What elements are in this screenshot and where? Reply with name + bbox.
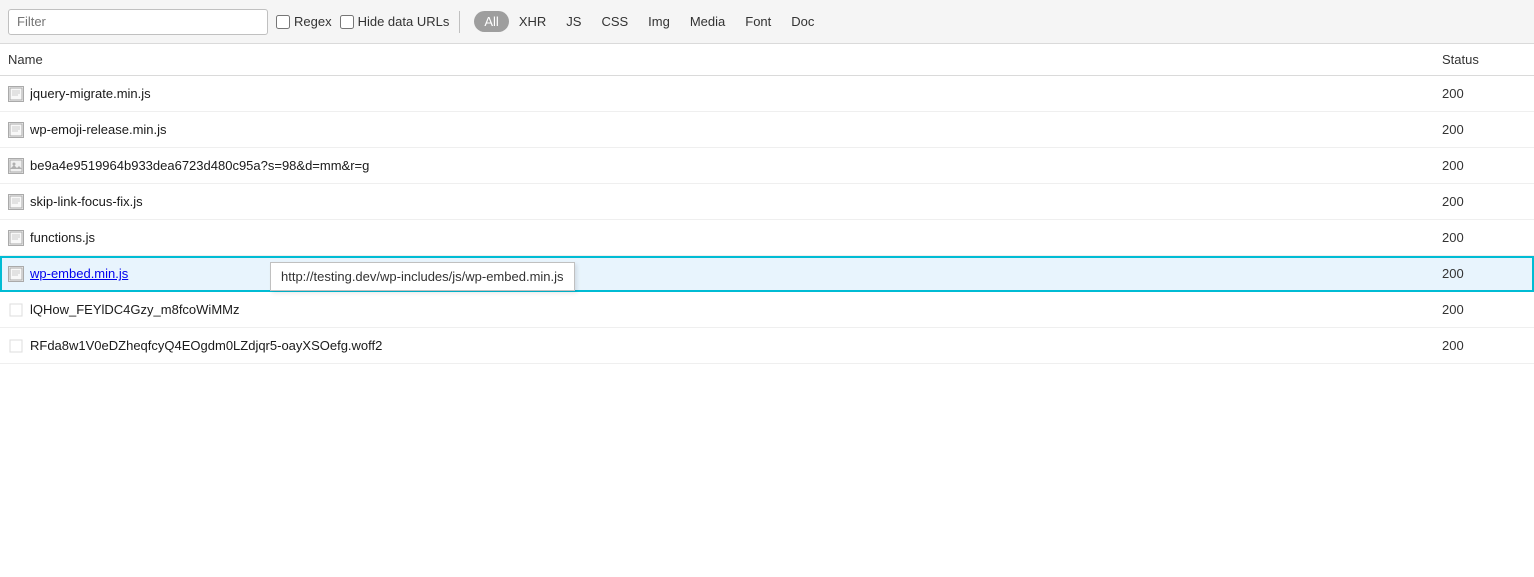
js-file-icon — [8, 122, 24, 138]
row-filename: jquery-migrate.min.js — [30, 86, 151, 101]
table-row[interactable]: RFda8w1V0eDZheqfcyQ4EOgdm0LZdjqr5-oayXSO… — [0, 328, 1534, 364]
row-name-cell: skip-link-focus-fix.js — [0, 190, 1434, 214]
row-status-cell: 200 — [1434, 262, 1534, 285]
filter-btn-css[interactable]: CSS — [591, 11, 638, 32]
column-header-status: Status — [1434, 48, 1534, 71]
blank-file-icon — [8, 302, 24, 318]
js-file-icon — [8, 86, 24, 102]
toolbar: Regex Hide data URLs All XHR JS CSS Img … — [0, 0, 1534, 44]
table-row[interactable]: functions.js 200 — [0, 220, 1534, 256]
hide-data-urls-checkbox-group: Hide data URLs — [340, 14, 450, 29]
row-filename: lQHow_FEYlDC4Gzy_m8fcoWiMMz — [30, 302, 239, 317]
row-status-cell: 200 — [1434, 334, 1534, 357]
column-header-name: Name — [0, 48, 1434, 71]
url-tooltip: http://testing.dev/wp-includes/js/wp-emb… — [270, 262, 575, 291]
filter-btn-doc[interactable]: Doc — [781, 11, 824, 32]
row-status-cell: 200 — [1434, 226, 1534, 249]
regex-label[interactable]: Regex — [294, 14, 332, 29]
table-row[interactable]: jquery-migrate.min.js 200 — [0, 76, 1534, 112]
filter-btn-media[interactable]: Media — [680, 11, 735, 32]
row-status-cell: 200 — [1434, 118, 1534, 141]
js-file-icon — [8, 230, 24, 246]
row-status-cell: 200 — [1434, 82, 1534, 105]
js-file-icon — [8, 194, 24, 210]
filter-btn-font[interactable]: Font — [735, 11, 781, 32]
table-row-highlighted[interactable]: wp-embed.min.js http://testing.dev/wp-in… — [0, 256, 1534, 292]
row-status-cell: 200 — [1434, 298, 1534, 321]
row-filename: RFda8w1V0eDZheqfcyQ4EOgdm0LZdjqr5-oayXSO… — [30, 338, 382, 353]
row-filename: be9a4e9519964b933dea6723d480c95a?s=98&d=… — [30, 158, 369, 173]
filter-input[interactable] — [8, 9, 268, 35]
table-row[interactable]: wp-emoji-release.min.js 200 — [0, 112, 1534, 148]
hide-data-urls-checkbox[interactable] — [340, 15, 354, 29]
row-name-cell: lQHow_FEYlDC4Gzy_m8fcoWiMMz — [0, 298, 1434, 322]
row-name-cell: functions.js — [0, 226, 1434, 250]
row-filename: functions.js — [30, 230, 95, 245]
img-file-icon — [8, 158, 24, 174]
row-name-cell: wp-emoji-release.min.js — [0, 118, 1434, 142]
filter-btn-img[interactable]: Img — [638, 11, 680, 32]
regex-checkbox[interactable] — [276, 15, 290, 29]
row-name-cell: be9a4e9519964b933dea6723d480c95a?s=98&d=… — [0, 154, 1434, 178]
row-status-cell: 200 — [1434, 154, 1534, 177]
filter-divider — [459, 11, 460, 33]
hide-data-urls-label[interactable]: Hide data URLs — [358, 14, 450, 29]
row-filename: wp-emoji-release.min.js — [30, 122, 167, 137]
table-row[interactable]: skip-link-focus-fix.js 200 — [0, 184, 1534, 220]
filter-btn-xhr[interactable]: XHR — [509, 11, 556, 32]
filter-btn-js[interactable]: JS — [556, 11, 591, 32]
row-status-cell: 200 — [1434, 190, 1534, 213]
table-header: Name Status — [0, 44, 1534, 76]
row-name-cell: RFda8w1V0eDZheqfcyQ4EOgdm0LZdjqr5-oayXSO… — [0, 334, 1434, 358]
js-file-icon — [8, 266, 24, 282]
blank-file-icon — [8, 338, 24, 354]
table-row[interactable]: be9a4e9519964b933dea6723d480c95a?s=98&d=… — [0, 148, 1534, 184]
row-name-cell: jquery-migrate.min.js — [0, 82, 1434, 106]
regex-checkbox-group: Regex — [276, 14, 332, 29]
table-rows: jquery-migrate.min.js 200 wp-emoji-relea… — [0, 76, 1534, 364]
table-row[interactable]: lQHow_FEYlDC4Gzy_m8fcoWiMMz 200 — [0, 292, 1534, 328]
row-filename: skip-link-focus-fix.js — [30, 194, 143, 209]
row-name-cell: wp-embed.min.js — [0, 262, 1434, 286]
row-filename-link[interactable]: wp-embed.min.js — [30, 266, 128, 281]
filter-buttons: All XHR JS CSS Img Media Font Doc — [474, 11, 824, 32]
filter-btn-all[interactable]: All — [474, 11, 508, 32]
